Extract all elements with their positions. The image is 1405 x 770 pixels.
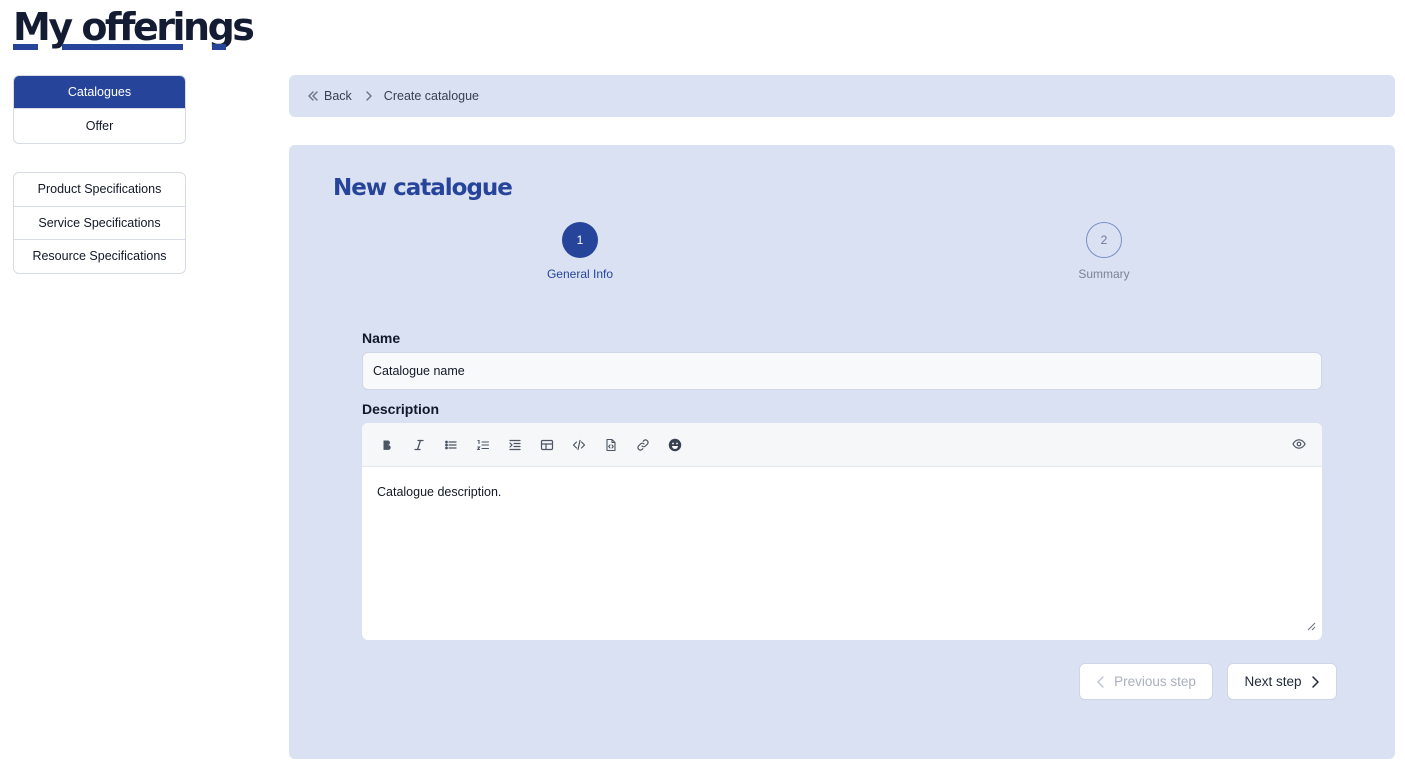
italic-icon[interactable] [410, 431, 442, 459]
form-title: New catalogue [333, 175, 513, 201]
code-icon[interactable] [570, 431, 602, 459]
description-label: Description [362, 401, 440, 417]
sidebar-item-product-specifications[interactable]: Product Specifications [14, 173, 185, 207]
step-2-circle: 2 [1086, 222, 1122, 258]
step-summary[interactable]: 2 Summary [1044, 222, 1164, 281]
title-underline-decoration [13, 44, 38, 50]
sidebar-item-offer[interactable]: Offer [14, 109, 185, 143]
name-input[interactable] [362, 352, 1322, 390]
chevron-right-icon [1310, 675, 1320, 689]
next-step-label: Next step [1244, 674, 1302, 689]
editor-toolbar [362, 423, 1322, 467]
bullet-list-icon[interactable] [442, 431, 474, 459]
create-catalogue-panel: New catalogue 1 General Info 2 Summary N… [289, 145, 1395, 759]
bold-icon[interactable] [378, 431, 410, 459]
previous-step-button[interactable]: Previous step [1079, 663, 1213, 700]
title-underline-decoration [62, 44, 183, 50]
chevron-left-icon [1096, 675, 1106, 689]
sidebar-item-service-specifications[interactable]: Service Specifications [14, 207, 185, 240]
step-1-label: General Info [546, 267, 614, 281]
description-editor: Catalogue description. [362, 423, 1322, 640]
breadcrumb: Back Create catalogue [289, 75, 1395, 117]
breadcrumb-back-link[interactable]: Back [307, 89, 352, 103]
indent-icon[interactable] [506, 431, 538, 459]
description-textarea[interactable]: Catalogue description. [362, 467, 1322, 640]
double-chevron-left-icon [307, 90, 319, 102]
step-2-label: Summary [1078, 267, 1130, 281]
step-general-info[interactable]: 1 General Info [520, 222, 640, 281]
breadcrumb-back-label: Back [324, 89, 352, 103]
description-text: Catalogue description. [377, 485, 502, 499]
next-step-button[interactable]: Next step [1227, 663, 1337, 700]
title-underline-decoration [212, 44, 226, 50]
step-1-circle: 1 [562, 222, 598, 258]
previous-step-label: Previous step [1114, 674, 1196, 689]
breadcrumb-current: Create catalogue [383, 89, 479, 103]
file-code-icon[interactable] [602, 431, 634, 459]
name-label: Name [362, 330, 401, 346]
chevron-right-icon [364, 90, 374, 102]
resize-handle-icon[interactable] [1307, 620, 1316, 634]
sidebar-item-catalogues[interactable]: Catalogues [14, 76, 185, 109]
sidebar-primary-nav: Catalogues Offer [13, 75, 186, 144]
link-icon[interactable] [634, 431, 666, 459]
numbered-list-icon[interactable] [474, 431, 506, 459]
emoji-icon[interactable] [666, 431, 698, 459]
sidebar-specs-nav: Product Specifications Service Specifica… [13, 172, 186, 274]
sidebar-item-resource-specifications[interactable]: Resource Specifications [14, 240, 185, 273]
table-icon[interactable] [538, 431, 570, 459]
eye-icon[interactable] [1292, 437, 1306, 456]
